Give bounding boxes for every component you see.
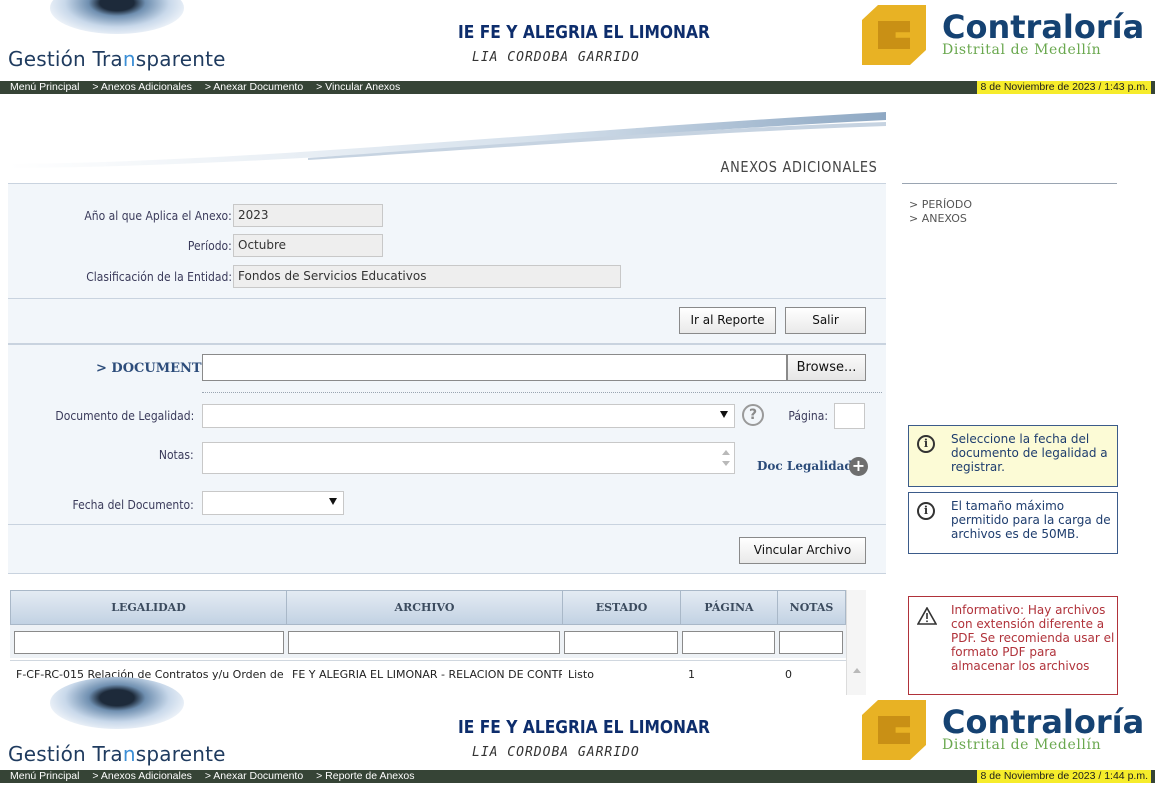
gestion-transparente-logo	[50, 677, 184, 729]
column-header-archivo[interactable]: ARCHIVO	[287, 591, 563, 624]
brand-name: Gestión Transparente	[8, 742, 226, 766]
sidebar-link-periodo[interactable]: > PERÍODO	[909, 198, 972, 211]
fecha-label: Fecha del Documento:	[72, 498, 194, 512]
note-tamano: i El tamaño máximo permitido para la car…	[908, 492, 1118, 554]
ir-al-reporte-button[interactable]: Ir al Reporte	[679, 307, 776, 334]
documento-label: > DOCUMENTO	[96, 361, 213, 376]
contraloria-logo-icon	[862, 700, 926, 760]
add-doc-legalidad-icon[interactable]: +	[849, 457, 868, 476]
periodo-label: Período:	[188, 239, 232, 253]
anio-field: 2023	[233, 204, 383, 227]
notas-textarea[interactable]	[202, 442, 735, 474]
contraloria-logo-icon	[862, 5, 926, 65]
periodo-field: Octubre	[233, 234, 383, 257]
info-panel: Año al que Aplica el Anexo: 2023 Período…	[8, 183, 886, 298]
doc-legalidad-link[interactable]: Doc Legalidad	[757, 459, 853, 473]
actions-panel: Ir al Reporte Salir	[8, 298, 886, 344]
pagina-label: Página:	[788, 409, 828, 423]
page: Gestión Transparente IE FE Y ALEGRIA EL …	[0, 0, 1155, 788]
breadcrumb-anexos-adicionales[interactable]: > Anexos Adicionales	[92, 770, 192, 782]
filter-row	[10, 625, 846, 658]
contraloria-subtitle: Distrital de Medellín	[942, 42, 1102, 58]
sidebar-link-anexos[interactable]: > ANEXOS	[909, 212, 967, 225]
header: Gestión Transparente IE FE Y ALEGRIA EL …	[0, 0, 1155, 82]
breadcrumb-anexos-adicionales[interactable]: > Anexos Adicionales	[92, 81, 192, 93]
breadcrumb-menu-principal[interactable]: Menú Principal	[10, 770, 79, 782]
breadcrumb: Menú Principal > Anexos Adicionales > An…	[10, 81, 410, 94]
pagina-input[interactable]	[834, 403, 865, 429]
notas-label: Notas:	[159, 448, 194, 462]
datetime: 8 de Noviembre de 2023 / 1:43 p.m.	[977, 81, 1151, 94]
note-fecha: i Seleccione la fecha del documento de l…	[908, 425, 1118, 487]
brand-name: Gestión Transparente	[8, 47, 226, 71]
breadcrumb: Menú Principal > Anexos Adicionales > An…	[10, 770, 424, 783]
breadcrumb-anexar-documento[interactable]: > Anexar Documento	[205, 81, 303, 93]
breadcrumb-vincular-anexos: > Vincular Anexos	[316, 81, 401, 93]
cell-archivo: FE Y ALEGRIA EL LIMONAR - RELACION DE CO…	[292, 668, 562, 681]
institution-title: IE FE Y ALEGRIA EL LIMONAR	[458, 22, 710, 43]
table-scrollbar[interactable]	[846, 590, 866, 695]
divider	[202, 392, 882, 393]
note-informativo-text: Informativo: Hay archivos con extensión …	[951, 603, 1115, 673]
help-icon[interactable]: ?	[742, 404, 764, 426]
clasificacion-field: Fondos de Servicios Educativos	[233, 265, 621, 288]
info-icon: i	[917, 435, 935, 453]
filter-archivo-input[interactable]	[288, 631, 560, 654]
main-content: ANEXOS ADICIONALES Año al que Aplica el …	[8, 96, 886, 695]
clasificacion-label: Clasificación de la Entidad:	[86, 270, 232, 284]
cell-estado: Listo	[568, 668, 594, 681]
institution-title: IE FE Y ALEGRIA EL LIMONAR	[458, 717, 710, 738]
contraloria-name: Contraloría	[942, 8, 1145, 46]
note-fecha-text: Seleccione la fecha del documento de leg…	[951, 432, 1108, 474]
breadcrumb-menu-principal[interactable]: Menú Principal	[10, 81, 79, 93]
column-header-estado[interactable]: ESTADO	[563, 591, 681, 624]
chevron-down-icon	[329, 498, 337, 505]
cell-notas: 0	[785, 668, 792, 681]
filter-legalidad-input[interactable]	[14, 631, 284, 654]
user-name: LIA CORDOBA GARRIDO	[472, 745, 640, 760]
file-path-input[interactable]	[202, 354, 787, 381]
contraloria-name: Contraloría	[942, 703, 1145, 741]
filter-pagina-input[interactable]	[682, 631, 775, 654]
column-header-pagina[interactable]: PÁGINA	[681, 591, 778, 624]
breadcrumb-reporte-de-anexos: > Reporte de Anexos	[316, 770, 415, 782]
breadcrumb-bar: Menú Principal > Anexos Adicionales > An…	[0, 81, 1155, 94]
browse-button[interactable]: Browse...	[787, 354, 866, 381]
chevron-down-icon	[720, 411, 728, 418]
datetime: 8 de Noviembre de 2023 / 1:44 p.m.	[977, 770, 1151, 783]
column-header-legalidad[interactable]: LEGALIDAD	[11, 591, 287, 624]
scroll-up-icon[interactable]	[853, 668, 861, 673]
header-2: Gestión Transparente IE FE Y ALEGRIA EL …	[0, 677, 1155, 777]
fecha-select[interactable]	[202, 491, 344, 515]
user-name: LIA CORDOBA GARRIDO	[472, 50, 640, 65]
note-informativo: Informativo: Hay archivos con extensión …	[908, 596, 1118, 695]
legalidad-label: Documento de Legalidad:	[55, 409, 194, 423]
vincular-archivo-button[interactable]: Vincular Archivo	[739, 537, 866, 564]
sidebar-divider	[902, 183, 1117, 184]
warning-icon	[917, 607, 937, 625]
salir-button[interactable]: Salir	[785, 307, 866, 334]
vincular-panel: Vincular Archivo	[8, 524, 886, 574]
filter-estado-input[interactable]	[564, 631, 678, 654]
breadcrumb-bar-2: Menú Principal > Anexos Adicionales > An…	[0, 770, 1155, 783]
gestion-transparente-logo	[50, 0, 184, 34]
column-header-notas[interactable]: NOTAS	[778, 591, 845, 624]
anio-label: Año al que Aplica el Anexo:	[84, 209, 232, 223]
filter-notas-input[interactable]	[779, 631, 843, 654]
contraloria-subtitle: Distrital de Medellín	[942, 737, 1102, 753]
scroll-up-icon[interactable]	[722, 450, 730, 455]
breadcrumb-anexar-documento[interactable]: > Anexar Documento	[205, 770, 303, 782]
info-icon: i	[917, 502, 935, 520]
section-title: ANEXOS ADICIONALES	[720, 158, 878, 176]
note-tamano-text: El tamaño máximo permitido para la carga…	[951, 499, 1111, 541]
scroll-down-icon[interactable]	[722, 461, 730, 466]
table-header: LEGALIDAD ARCHIVO ESTADO PÁGINA NOTAS	[10, 590, 846, 625]
legalidad-select[interactable]	[202, 404, 735, 428]
cell-pagina: 1	[688, 668, 695, 681]
